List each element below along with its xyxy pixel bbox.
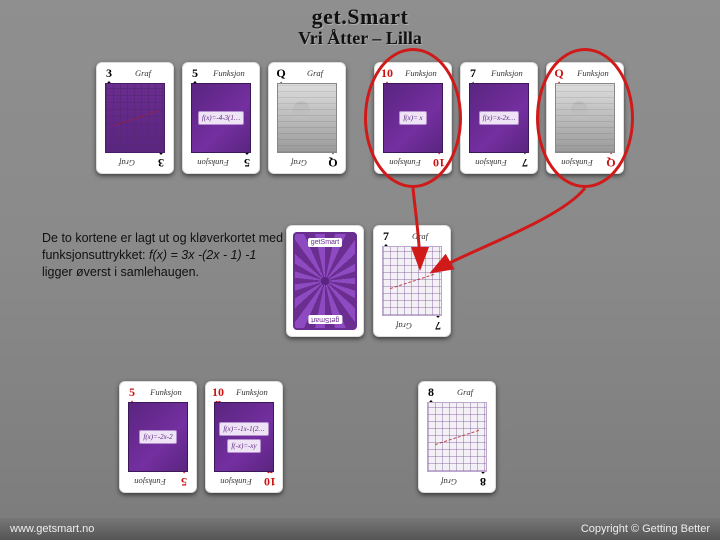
- formula-box: f(x)=-1x-1(2…: [219, 422, 268, 436]
- card-3-club: 3♣ 3♣ Graf Graf: [96, 62, 174, 174]
- card-10-diamond: 10♦ 10♦ Funksjon Funksjon f(x)= x: [374, 62, 452, 174]
- card-art-face: [277, 83, 337, 153]
- formula-text: f(x) = 3x -(2x - 1) -1: [149, 248, 256, 262]
- brand-label: getSmart: [308, 238, 342, 247]
- footer-url: www.getsmart.no: [10, 523, 94, 535]
- card-art-funksjon: f(x)=-4-3(1…: [191, 83, 251, 153]
- card-5-club: 5♣ 5♣ Funksjon Funksjon f(x)=-4-3(1…: [182, 62, 260, 174]
- card-q-spade: Q♠ Q♠ Graf Graf: [268, 62, 346, 174]
- card-type-label: Graf: [117, 68, 169, 78]
- formula-box: f(x)= x: [399, 111, 426, 125]
- card-7-club-pile: 7♣ 7♣ Graf Graf: [373, 225, 451, 337]
- card-art-graf: [105, 83, 165, 153]
- card-art-back: getSmart getSmart: [293, 232, 357, 330]
- card-q-diamond: Q♦ Q♦ Funksjon Funksjon: [546, 62, 624, 174]
- formula-box: f(x)=-4-3(1…: [198, 111, 244, 125]
- title-block: get.Smart Vri Åtter – Lilla: [0, 4, 720, 49]
- formula-box: f(-x)=-xy: [227, 439, 260, 453]
- footer-bar: www.getsmart.no Copyright © Getting Bett…: [0, 518, 720, 540]
- description-text: De to kortene er lagt ut og kløverkortet…: [42, 230, 302, 281]
- formula-box: f(x)=-2x-2: [139, 430, 176, 444]
- card-art-graf: [382, 246, 442, 316]
- card-8-club: 8♣ 8♣ Graf Graf: [418, 381, 496, 493]
- card-7-spade: 7♠ 7♠ Funksjon Funksjon f(x)=x-2x…: [460, 62, 538, 174]
- page-title: get.Smart: [0, 4, 720, 30]
- card-art-face: [555, 83, 615, 153]
- formula-box: f(x)=x-2x…: [479, 111, 520, 125]
- footer-copyright: Copyright © Getting Better: [581, 523, 710, 535]
- card-10-heart: 10♥ 10♥ Funksjon Funksjon f(x)=-1x-1(2… …: [205, 381, 283, 493]
- page-subtitle: Vri Åtter – Lilla: [0, 28, 720, 49]
- card-5-diamond: 5♦ 5♦ Funksjon Funksjon f(x)=-2x-2: [119, 381, 197, 493]
- card-art-graf: [427, 402, 487, 472]
